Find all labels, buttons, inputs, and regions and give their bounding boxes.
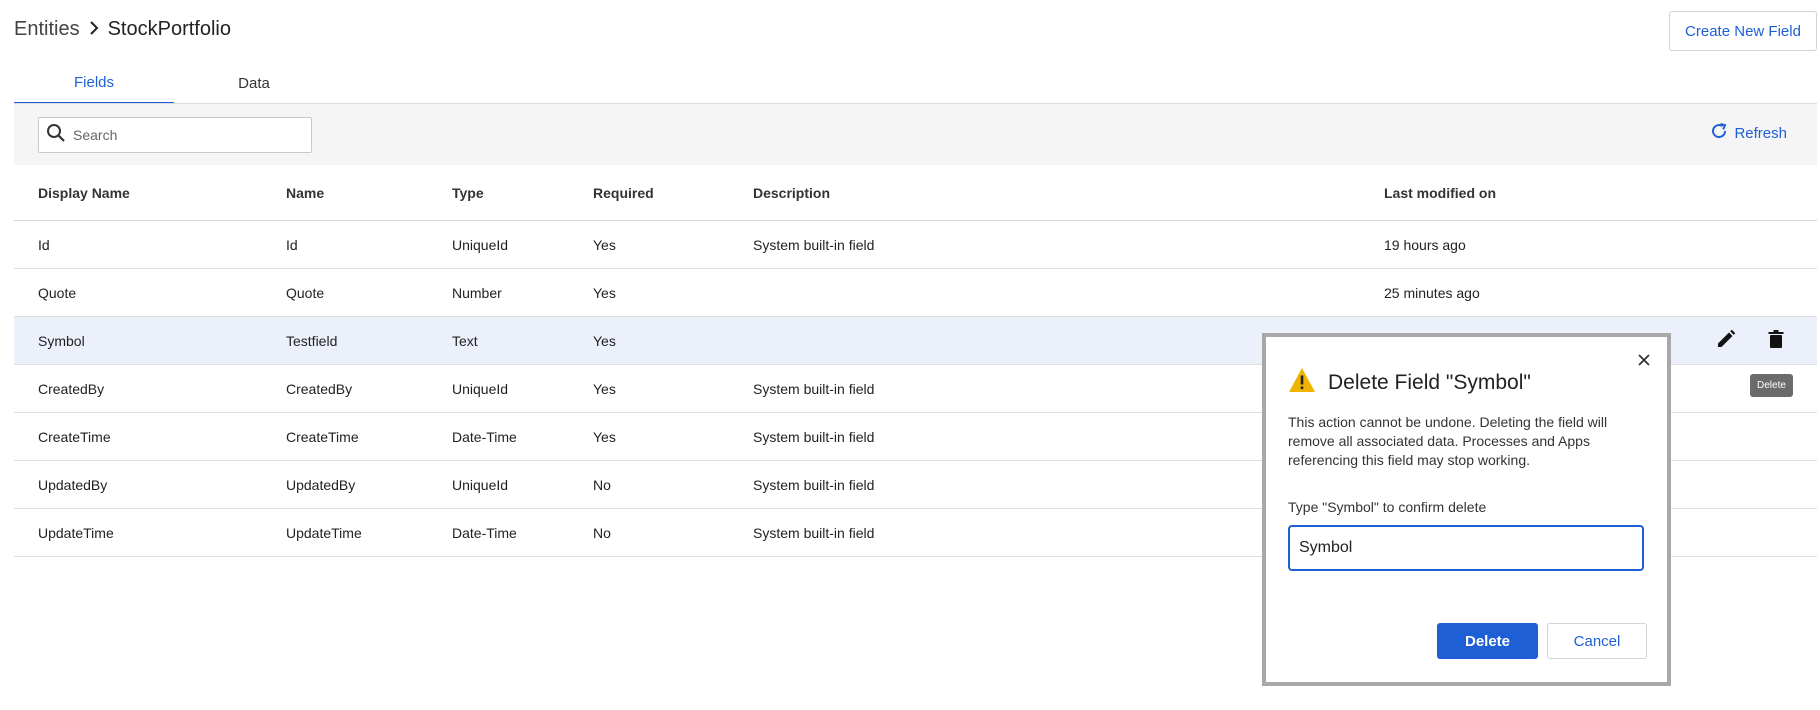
table-row[interactable]: Quote Quote Number Yes 25 minutes ago	[14, 269, 1817, 317]
column-header-required[interactable]: Required	[593, 165, 654, 220]
cell-required: Yes	[593, 332, 616, 349]
close-icon[interactable]	[1635, 351, 1653, 369]
cell-display-name: UpdateTime	[38, 524, 114, 541]
delete-tooltip: Delete	[1750, 374, 1793, 397]
search-box[interactable]	[38, 117, 312, 153]
cell-name: Testfield	[286, 332, 338, 349]
cell-display-name: Quote	[38, 284, 77, 301]
cell-description: System built-in field	[753, 524, 875, 541]
cancel-button[interactable]: Cancel	[1547, 623, 1647, 659]
dialog-title: Delete Field "Symbol"	[1328, 370, 1531, 394]
cell-required: No	[593, 524, 611, 541]
cell-name: Quote	[286, 284, 325, 301]
cell-display-name: CreateTime	[38, 428, 111, 445]
tab-bar: Fields Data	[14, 62, 334, 104]
cell-display-name: Id	[38, 236, 50, 253]
warning-icon	[1288, 367, 1316, 398]
cell-description: System built-in field	[753, 476, 875, 493]
delete-field-dialog: Delete Field "Symbol" This action cannot…	[1266, 337, 1667, 682]
tab-data[interactable]: Data	[174, 62, 334, 104]
page-title: StockPortfolio	[107, 18, 231, 40]
cell-name: CreateTime	[286, 428, 359, 445]
cell-last-modified: 19 hours ago	[1384, 236, 1466, 253]
cell-required: Yes	[593, 284, 616, 301]
confirm-label: Type "Symbol" to confirm delete	[1288, 499, 1487, 515]
edit-icon[interactable]	[1715, 328, 1737, 353]
cell-type: Text	[452, 332, 478, 349]
cell-name: Id	[286, 236, 298, 253]
cell-type: Date-Time	[452, 524, 517, 541]
column-header-last-modified[interactable]: Last modified on	[1384, 165, 1496, 220]
toolbar: Refresh	[14, 103, 1817, 165]
cell-description: System built-in field	[753, 236, 875, 253]
search-icon	[39, 122, 67, 149]
cell-required: Yes	[593, 428, 616, 445]
page: Entities StockPortfolio Create New Field…	[0, 0, 1820, 710]
refresh-label: Refresh	[1734, 124, 1787, 142]
search-input[interactable]	[73, 127, 303, 143]
breadcrumb: Entities StockPortfolio	[14, 18, 231, 41]
create-new-field-button[interactable]: Create New Field	[1669, 11, 1817, 51]
cell-display-name: Symbol	[38, 332, 85, 349]
dialog-header: Delete Field "Symbol"	[1288, 367, 1531, 398]
column-header-description[interactable]: Description	[753, 165, 830, 220]
cell-type: UniqueId	[452, 236, 509, 253]
cell-type: UniqueId	[452, 380, 509, 397]
cell-last-modified: 25 minutes ago	[1384, 284, 1480, 301]
cell-name: CreatedBy	[286, 380, 353, 397]
cell-required: No	[593, 476, 611, 493]
cell-description: System built-in field	[753, 428, 875, 445]
dialog-message: This action cannot be undone. Deleting t…	[1288, 414, 1608, 468]
cell-type: Date-Time	[452, 428, 517, 445]
trash-icon[interactable]	[1765, 328, 1787, 353]
delete-button[interactable]: Delete	[1437, 623, 1538, 659]
cell-type: Number	[452, 284, 502, 301]
cell-display-name: UpdatedBy	[38, 476, 108, 493]
delete-dialog-overlay: Delete Field "Symbol" This action cannot…	[1262, 333, 1671, 686]
refresh-icon	[1710, 122, 1728, 144]
row-actions	[1715, 317, 1787, 364]
cell-type: UniqueId	[452, 476, 509, 493]
cell-name: UpdateTime	[286, 524, 362, 541]
cell-required: Yes	[593, 380, 616, 397]
table-header: Display Name Name Type Required Descript…	[14, 165, 1817, 221]
cell-required: Yes	[593, 236, 616, 253]
refresh-button[interactable]: Refresh	[1710, 122, 1787, 144]
breadcrumb-entities-link[interactable]: Entities	[14, 18, 80, 41]
cell-name: UpdatedBy	[286, 476, 356, 493]
table-row[interactable]: Id Id UniqueId Yes System built-in field…	[14, 221, 1817, 269]
column-header-name[interactable]: Name	[286, 165, 324, 220]
column-header-display-name[interactable]: Display Name	[38, 165, 130, 220]
column-header-type[interactable]: Type	[452, 165, 484, 220]
cell-description: System built-in field	[753, 380, 875, 397]
confirm-delete-input[interactable]	[1288, 525, 1644, 571]
chevron-right-icon	[88, 19, 100, 40]
tab-fields[interactable]: Fields	[14, 62, 174, 104]
cell-display-name: CreatedBy	[38, 380, 105, 397]
